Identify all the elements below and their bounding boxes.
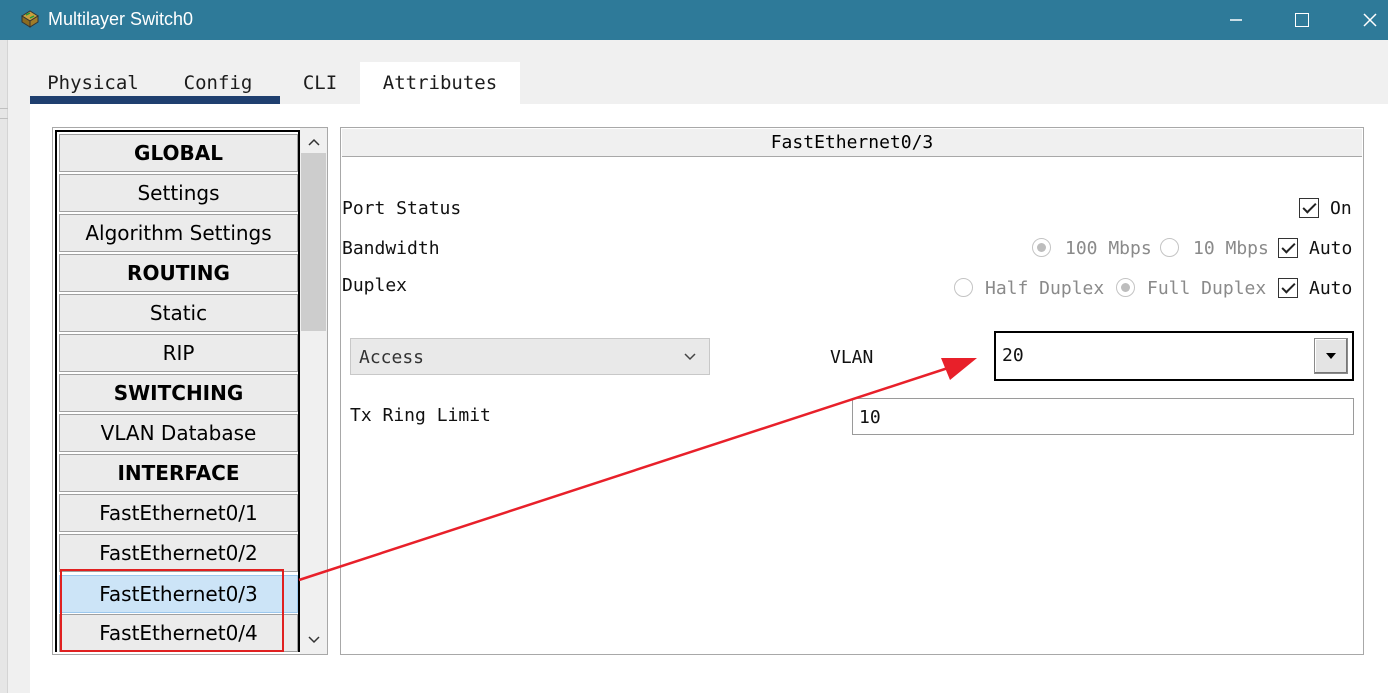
tx-ring-limit-input[interactable]: 10 [852,398,1354,435]
interface-panel: FastEthernet0/3 [340,127,1364,655]
config-sidebar: GLOBAL Settings Algorithm Settings ROUTI… [52,127,328,655]
scroll-up-icon[interactable] [300,130,327,154]
port-mode-value: Access [359,347,425,368]
sidebar-header-switching: SWITCHING [59,374,298,412]
window-title: Multilayer Switch0 [48,9,194,29]
duplex-half-radio [954,278,973,297]
port-mode-select[interactable]: Access [350,338,710,375]
duplex-half-label: Half Duplex [985,278,1105,299]
bandwidth-10-radio [1160,238,1179,257]
sidebar-item-static[interactable]: Static [59,294,298,332]
sidebar-list: GLOBAL Settings Algorithm Settings ROUTI… [55,130,300,652]
duplex-auto-label: Auto [1309,278,1353,299]
duplex-label: Duplex [342,275,408,296]
port-status-on-label: On [1330,198,1352,219]
sidebar-item-fastethernet0-4[interactable]: FastEthernet0/4 [59,614,298,652]
vlan-dropdown-button[interactable] [1314,338,1348,374]
bandwidth-10-label: 10 Mbps [1193,238,1269,259]
tx-ring-limit-label: Tx Ring Limit [350,405,491,426]
tab-attributes[interactable]: Attributes [360,62,520,104]
sidebar-header-routing: ROUTING [59,254,298,292]
sidebar-item-settings[interactable]: Settings [59,174,298,212]
close-button[interactable] [1340,0,1388,40]
dropdown-arrow-icon [1326,352,1336,359]
sidebar-header-global: GLOBAL [59,134,298,172]
bandwidth-auto-checkbox[interactable] [1278,238,1298,258]
sidebar-item-rip[interactable]: RIP [59,334,298,372]
bandwidth-100-radio [1032,238,1051,257]
duplex-auto-checkbox[interactable] [1278,278,1298,298]
maximize-button[interactable] [1272,0,1332,40]
window-left-edge [0,40,8,693]
sidebar-item-fastethernet0-2[interactable]: FastEthernet0/2 [59,534,298,572]
tab-cli[interactable]: CLI [280,62,360,104]
tab-underline [30,96,280,104]
sidebar-scrollbar[interactable] [300,128,327,654]
maximize-icon [1295,13,1309,27]
sidebar-item-fastethernet0-3[interactable]: FastEthernet0/3 [59,575,298,613]
port-status-checkbox[interactable] [1299,198,1319,218]
title-bar: Multilayer Switch0 [0,0,1388,40]
bandwidth-label: Bandwidth [342,238,440,259]
close-icon [1363,13,1377,27]
minimize-icon [1230,19,1242,21]
port-status-label: Port Status [342,198,462,219]
minimize-button[interactable] [1206,0,1266,40]
panel-title: FastEthernet0/3 [342,129,1362,157]
scroll-thumb[interactable] [301,153,326,331]
sidebar-item-fastethernet0-1[interactable]: FastEthernet0/1 [59,494,298,532]
vlan-select[interactable]: 20 [994,331,1354,381]
chevron-down-icon [684,353,696,361]
vlan-label: VLAN [830,347,874,368]
duplex-full-label: Full Duplex [1147,278,1267,299]
vlan-value: 20 [1002,345,1024,366]
scroll-down-icon[interactable] [300,628,327,652]
sidebar-item-vlan-database[interactable]: VLAN Database [59,414,298,452]
sidebar-item-algorithm-settings[interactable]: Algorithm Settings [59,214,298,252]
sidebar-header-interface: INTERFACE [59,454,298,492]
duplex-full-radio [1116,278,1135,297]
switch-app-icon [21,10,39,28]
bandwidth-auto-label: Auto [1309,238,1353,259]
bandwidth-100-label: 100 Mbps [1065,238,1152,259]
